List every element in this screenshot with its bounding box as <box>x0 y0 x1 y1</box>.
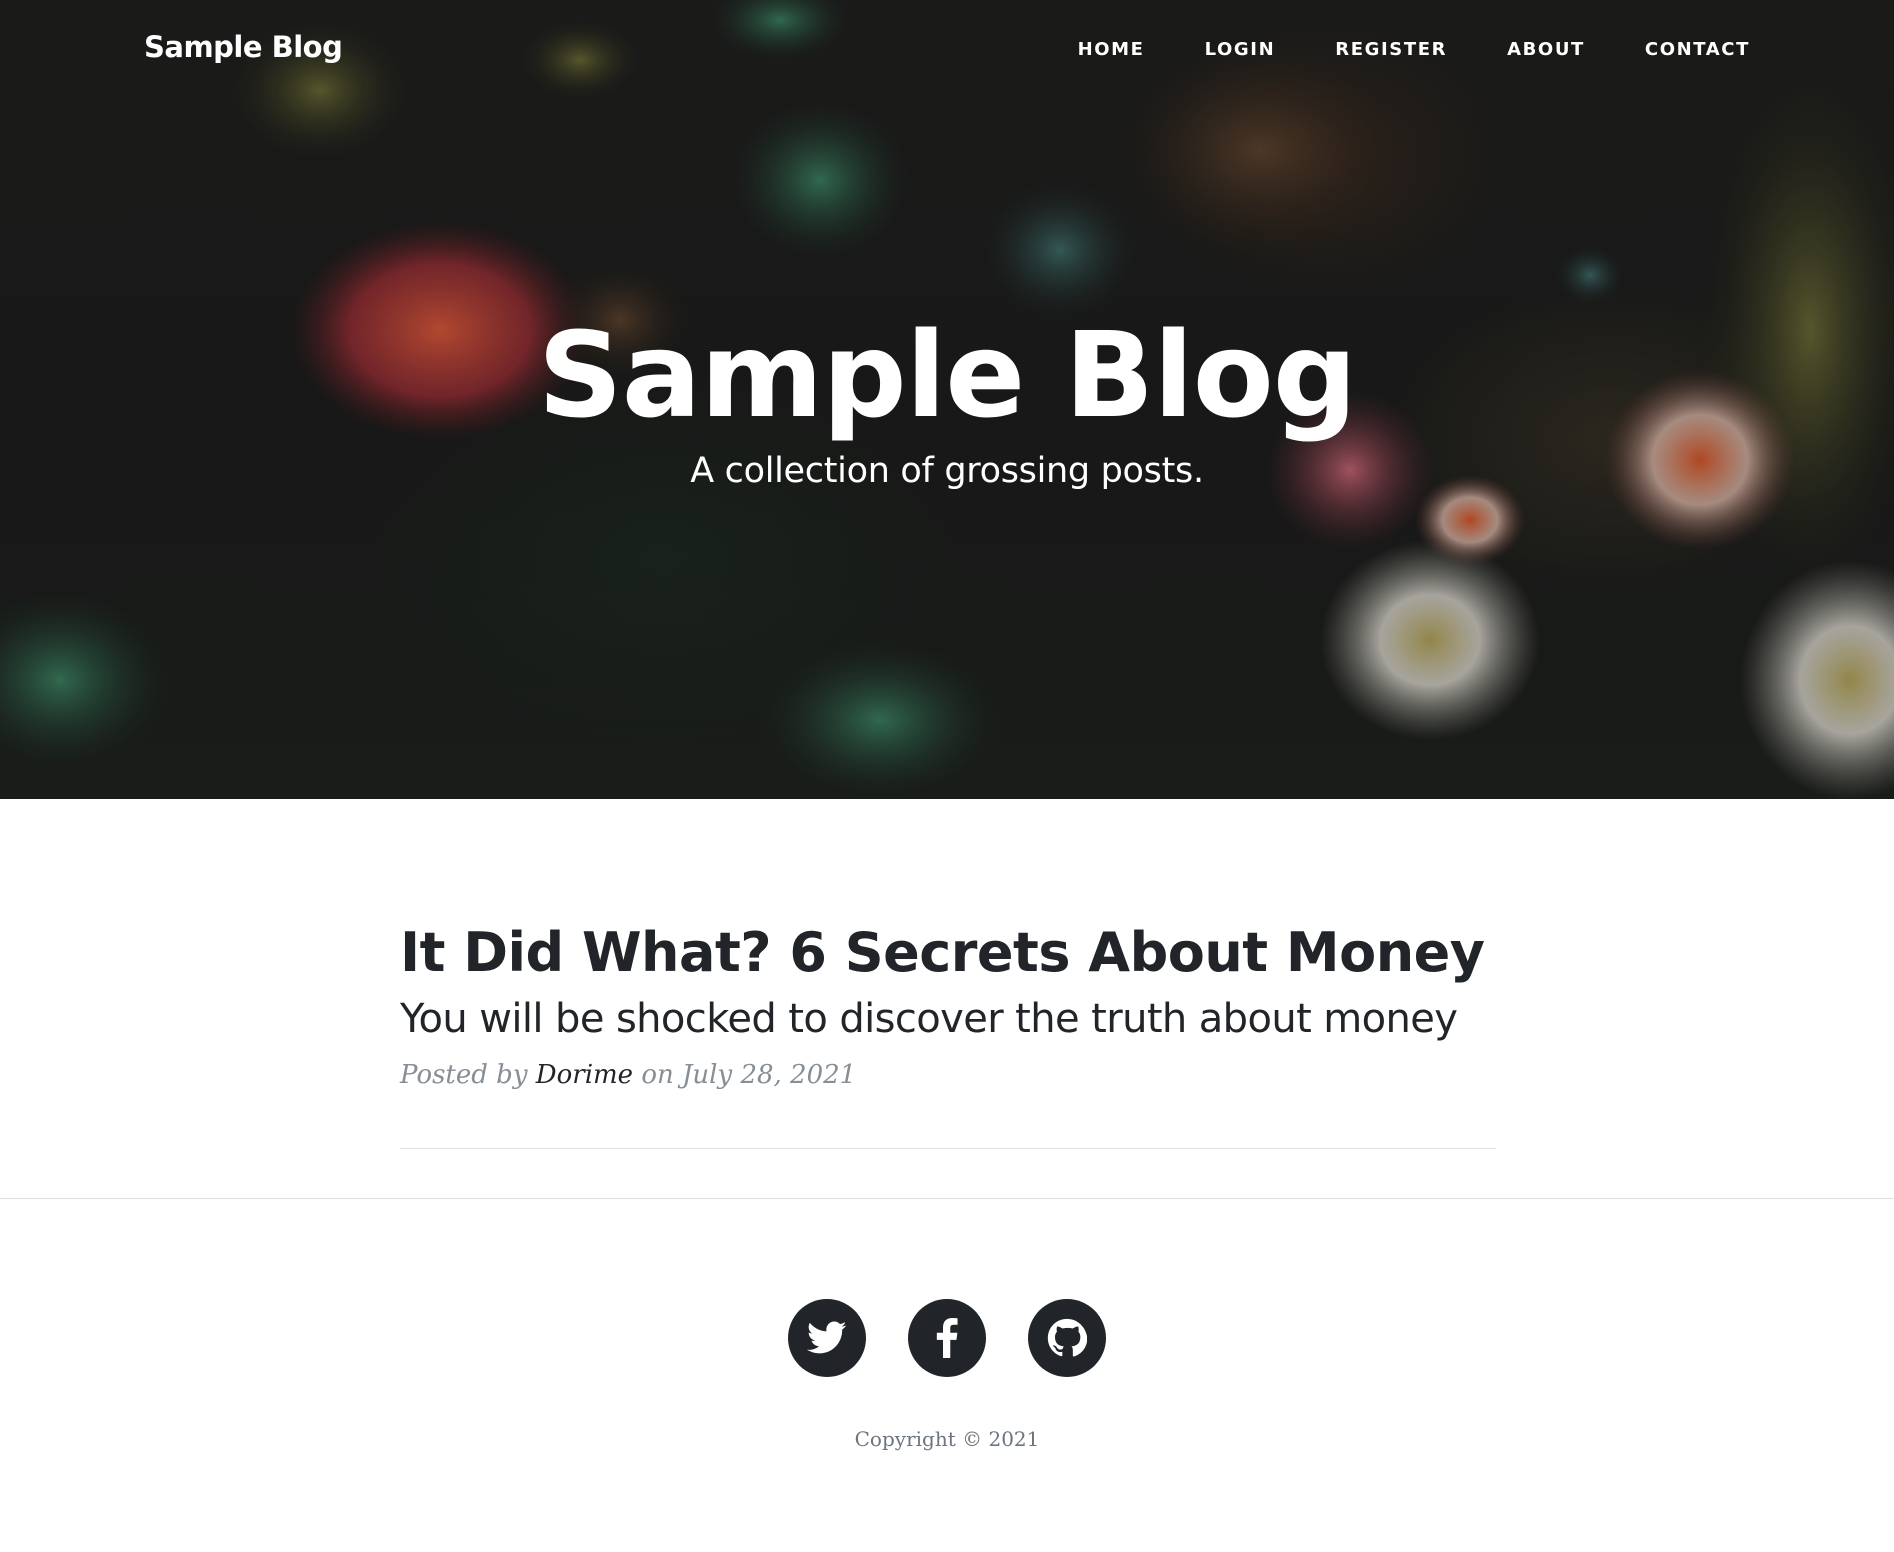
social-links <box>0 1299 1894 1377</box>
nav-item-login: LOGIN <box>1205 39 1276 60</box>
hero-subtitle: A collection of grossing posts. <box>690 451 1204 491</box>
post-list: It Did What? 6 Secrets About Money You w… <box>400 920 1496 1090</box>
copyright-text: Copyright © 2021 <box>854 1427 1040 1451</box>
post-author-link[interactable]: Dorime <box>536 1060 633 1090</box>
brand-link[interactable]: Sample Blog <box>144 30 343 64</box>
twitter-button[interactable] <box>788 1299 866 1377</box>
nav-item-home: HOME <box>1078 39 1145 60</box>
footer-divider <box>0 1198 1894 1199</box>
post-meta-date: on July 28, 2021 <box>641 1060 857 1090</box>
facebook-button[interactable] <box>908 1299 986 1377</box>
post-link[interactable]: It Did What? 6 Secrets About Money You w… <box>400 920 1496 1046</box>
facebook-icon <box>936 1318 958 1358</box>
nav-item-about: ABOUT <box>1507 39 1585 60</box>
post-title: It Did What? 6 Secrets About Money <box>400 921 1485 984</box>
main-navbar: Sample Blog HOME LOGIN REGISTER ABOUT CO… <box>0 0 1894 100</box>
post-meta-prefix: Posted by <box>400 1060 528 1090</box>
nav-link-login[interactable]: LOGIN <box>1205 39 1276 60</box>
site-heading: Sample Blog A collection of grossing pos… <box>0 305 1894 491</box>
github-button[interactable] <box>1028 1299 1106 1377</box>
masthead-hero: Sample Blog HOME LOGIN REGISTER ABOUT CO… <box>0 0 1894 799</box>
post-divider <box>400 1148 1496 1149</box>
nav-item-contact: CONTACT <box>1645 39 1750 60</box>
nav-item-register: REGISTER <box>1335 39 1447 60</box>
nav-links: HOME LOGIN REGISTER ABOUT CONTACT <box>1078 39 1750 60</box>
nav-link-about[interactable]: ABOUT <box>1507 39 1585 60</box>
nav-link-contact[interactable]: CONTACT <box>1645 39 1750 60</box>
nav-link-register[interactable]: REGISTER <box>1335 39 1447 60</box>
post-subtitle: You will be shocked to discover the trut… <box>400 996 1458 1042</box>
github-icon <box>1047 1318 1087 1357</box>
post-preview-item: It Did What? 6 Secrets About Money You w… <box>400 920 1496 1090</box>
nav-link-home[interactable]: HOME <box>1078 39 1145 60</box>
post-meta: Posted by Dorime on July 28, 2021 <box>400 1060 1496 1090</box>
hero-title: Sample Blog <box>537 306 1358 444</box>
twitter-icon <box>807 1321 847 1354</box>
